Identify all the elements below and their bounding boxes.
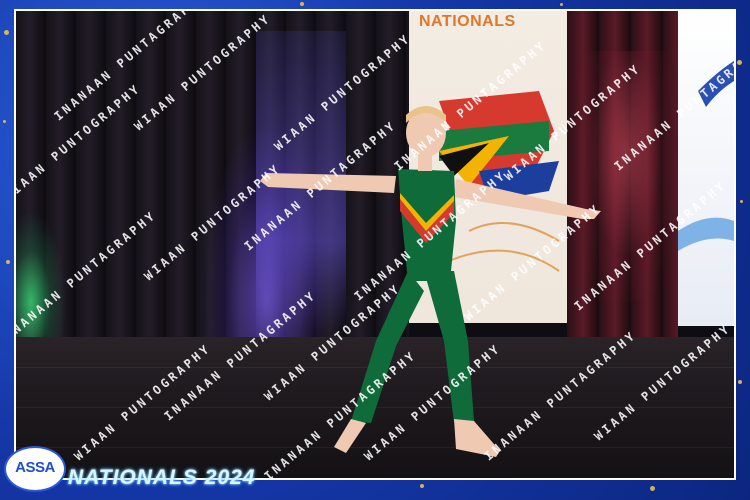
- dancer-figure: [260, 106, 601, 457]
- assa-logo: ASSA: [6, 448, 64, 490]
- logo-text: ASSA: [15, 459, 55, 476]
- frame-sparkle: [740, 200, 743, 203]
- frame-sparkle: [6, 260, 10, 264]
- frame-sparkle: [737, 60, 742, 65]
- frame-sparkle: [560, 3, 563, 6]
- photo-frame: NATIONALS WIAAN PUNTOGRAPHY INANAAN PUNT…: [0, 0, 750, 500]
- frame-sparkle: [420, 484, 424, 488]
- frame-sparkle: [738, 380, 742, 384]
- stage-photo: NATIONALS WIAAN PUNTOGRAPHY INANAAN PUNT…: [16, 11, 734, 478]
- event-title: NATIONALS 2024: [68, 466, 256, 489]
- frame-sparkle: [300, 2, 304, 6]
- frame-sparkle: [4, 30, 9, 35]
- frame-sparkle: [3, 120, 6, 123]
- frame-sparkle: [650, 486, 655, 491]
